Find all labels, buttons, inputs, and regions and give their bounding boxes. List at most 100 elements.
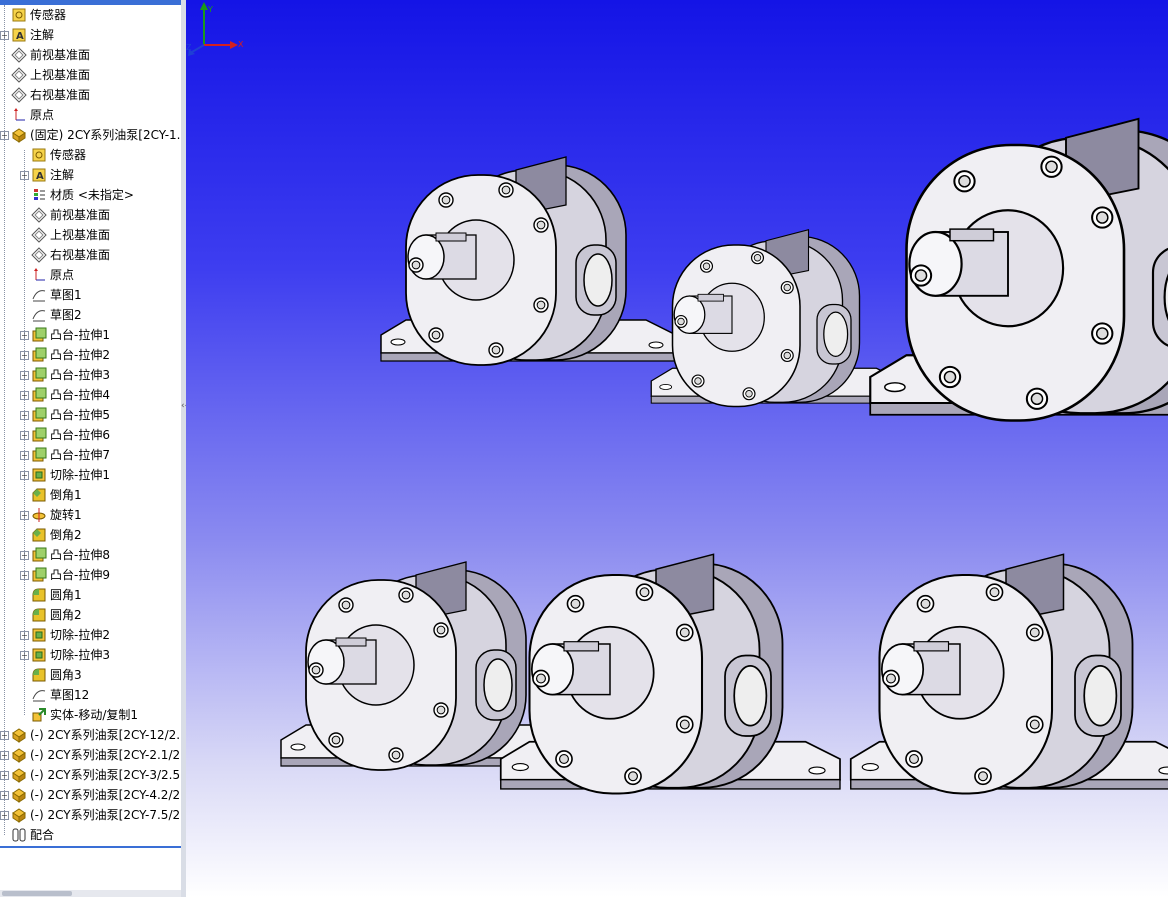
base-hole [1158,766,1168,775]
tree-item-label: (-) 2CY系列油泵[2CY-12/2. [30,728,181,742]
tree-item[interactable]: 上视基准面 [0,225,181,245]
tree-item[interactable]: 前视基准面 [0,205,181,225]
bolt-socket [677,317,685,326]
tree-item[interactable]: 传感器 [0,5,181,25]
bolt-socket [783,351,791,360]
part-icon [11,767,27,783]
tree-item[interactable]: + 旋转1 [0,505,181,525]
tree-item[interactable]: + A 注解 [0,165,181,185]
tree-item[interactable]: + (-) 2CY系列油泵[2CY-2.1/2 [0,745,181,765]
shaft-end [908,230,963,297]
tree-item[interactable]: 右视基准面 [0,245,181,265]
tree-item[interactable]: + (-) 2CY系列油泵[2CY-7.5/2 [0,805,181,825]
tree-item[interactable]: 材质 <未指定> [0,185,181,205]
tree-bottom-divider [0,846,181,848]
bolt-socket [639,587,650,598]
tree-item[interactable]: 圆角1 [0,585,181,605]
tree-item[interactable]: + A 注解 [0,25,181,45]
tree-item[interactable]: 圆角2 [0,605,181,625]
tree-item[interactable]: 草图2 [0,305,181,325]
base-hole [290,743,306,751]
extrude-icon [31,327,47,343]
tree-item[interactable]: + 凸台-拉伸5 [0,405,181,425]
bolt-socket [943,370,957,384]
tree-item[interactable]: + 凸台-拉伸8 [0,545,181,565]
tree-item[interactable]: 倒角1 [0,485,181,505]
tree-item[interactable]: 实体-移动/复制1 [0,705,181,725]
tree-item-label: 凸台-拉伸7 [50,448,110,462]
port-bore [583,253,613,307]
tree-item[interactable]: 原点 [0,105,181,125]
port-bore [823,311,849,357]
tree-item[interactable]: + 凸台-拉伸6 [0,425,181,445]
plane-icon [11,47,27,63]
bolt-socket [920,598,931,609]
tree-item[interactable]: + (-) 2CY系列油泵[2CY-12/2. [0,725,181,745]
tree-item-label: 上视基准面 [30,68,91,82]
tree-item-label: 倒角1 [50,488,82,502]
svg-text:A: A [16,31,24,42]
y-axis-label: Y [207,5,213,14]
gear-pump-model [380,156,677,366]
bolt-socket [783,283,791,292]
bolt-socket [1029,627,1040,638]
bolt-socket [1045,160,1058,174]
tree-item[interactable]: 草图12 [0,685,181,705]
x-axis-arrow [230,41,238,49]
tree-item[interactable]: + 凸台-拉伸7 [0,445,181,465]
reference-triad: Y X Z [186,2,244,56]
bolt-socket [436,705,446,715]
tree-item[interactable]: 原点 [0,265,181,285]
tree-item[interactable]: 右视基准面 [0,85,181,105]
tree-item[interactable]: 上视基准面 [0,65,181,85]
tree-item[interactable]: 传感器 [0,145,181,165]
tree-item[interactable]: + (-) 2CY系列油泵[2CY-4.2/2 [0,785,181,805]
tree-item[interactable]: 草图1 [0,285,181,305]
shaft-end [530,643,575,696]
shaft-key [949,228,995,242]
tree-item[interactable]: 倒角2 [0,525,181,545]
gear-pump-model [849,553,1168,795]
sensor-icon [31,147,47,163]
tree-item-label: 凸台-拉伸4 [50,388,110,402]
feature-manager-tree: 传感器 + A 注解 前视基准面 上视基准面 右视基准面 原点 + (固定) 2CY系列油泵[2C… [0,0,182,897]
bolt-socket [753,254,762,262]
bolt-socket [958,174,971,188]
graphics-viewport[interactable]: Y X Z [186,0,1168,897]
origin-icon [31,267,47,283]
port-bore [1083,664,1118,727]
z-axis-line [191,44,205,53]
plane-icon [31,227,47,243]
tree-item[interactable]: + 凸台-拉伸9 [0,565,181,585]
tree-item-label: 前视基准面 [30,48,91,62]
tree-item-label: 原点 [30,108,55,122]
tree-item[interactable]: + 切除-拉伸2 [0,625,181,645]
bolt-socket [436,625,446,635]
tree-item-label: 原点 [50,268,75,282]
gear-pump-model [499,553,841,795]
tree-item[interactable]: 圆角3 [0,665,181,685]
cut-extrude-icon [31,647,47,663]
bolt-socket [1095,211,1109,224]
tree-item-label: (-) 2CY系列油泵[2CY-2.1/2 [30,748,181,762]
fillet-icon [31,667,47,683]
tree-connector [4,5,5,835]
tree-item[interactable]: 配合 [0,825,181,845]
model-scene[interactable] [186,0,1168,897]
tree-item[interactable]: 前视基准面 [0,45,181,65]
tree-item[interactable]: + 切除-拉伸1 [0,465,181,485]
tree-item[interactable]: + 凸台-拉伸2 [0,345,181,365]
tree-item-label: 注解 [30,28,55,42]
scrollbar-thumb[interactable] [2,891,72,896]
tree-item[interactable]: + (固定) 2CY系列油泵[2CY-1.0 [0,125,181,145]
tree-item-label: 前视基准面 [50,208,111,222]
tree-item[interactable]: + 凸台-拉伸3 [0,365,181,385]
tree-item[interactable]: + 切除-拉伸3 [0,645,181,665]
tree-item[interactable]: + 凸台-拉伸1 [0,325,181,345]
tree-item[interactable]: + (-) 2CY系列油泵[2CY-3/2.5 [0,765,181,785]
base-hole [511,763,529,772]
tree-horizontal-scrollbar[interactable] [0,890,181,897]
bolt-socket [491,345,501,355]
tree-item-label: 传感器 [50,148,87,162]
tree-item[interactable]: + 凸台-拉伸4 [0,385,181,405]
